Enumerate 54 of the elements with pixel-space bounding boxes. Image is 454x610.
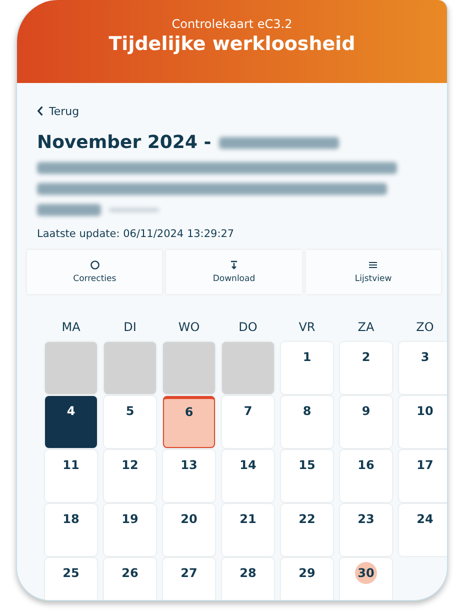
last-update-text: Laatste update: 06/11/2024 13:29:27	[37, 228, 236, 240]
day-cell[interactable]: 6	[163, 396, 215, 448]
action-button[interactable]: Lijstview	[306, 250, 441, 294]
day-cell[interactable]: 17	[399, 450, 447, 502]
day-cell[interactable]: 11	[45, 450, 97, 502]
day-cell[interactable]: 9	[340, 396, 392, 448]
day-cell[interactable]: 28	[222, 558, 274, 600]
weekday-label: ZO	[415, 320, 435, 336]
day-cell[interactable]: 22	[281, 504, 333, 556]
day-cell[interactable]: 16	[340, 450, 392, 502]
day-cell[interactable]: 2	[340, 342, 392, 394]
day-cell[interactable]: 26	[104, 558, 156, 600]
page-title: November 2024 -	[37, 132, 212, 153]
weekday-label: DI	[122, 320, 138, 336]
day-cell[interactable]: 7	[222, 396, 274, 448]
day-cell[interactable]: 30	[340, 558, 392, 600]
redacted-text	[37, 204, 101, 216]
chevron-left-icon	[37, 106, 44, 116]
day-cell[interactable]: 3	[399, 342, 447, 394]
day-cell[interactable]: 24	[399, 504, 447, 556]
empty-day-cell	[104, 342, 156, 394]
action-button[interactable]: Correcties	[27, 250, 162, 294]
empty-day-cell	[163, 342, 215, 394]
refresh-icon	[90, 260, 100, 270]
day-cell[interactable]: 23	[340, 504, 392, 556]
weekday-label: ZA	[356, 320, 376, 336]
day-cell[interactable]: 27	[163, 558, 215, 600]
day-cell[interactable]: 29	[281, 558, 333, 600]
empty-day-cell	[222, 342, 274, 394]
list-icon	[368, 260, 378, 270]
day-cell[interactable]: 1	[281, 342, 333, 394]
day-cell[interactable]: 4	[45, 396, 97, 448]
back-link[interactable]: Terug	[37, 104, 80, 118]
weekday-label: DO	[238, 320, 258, 336]
day-cell[interactable]: 19	[104, 504, 156, 556]
day-cell[interactable]: 15	[281, 450, 333, 502]
day-cell[interactable]: 25	[45, 558, 97, 600]
day-cell[interactable]: 5	[104, 396, 156, 448]
empty-day-cell	[45, 342, 97, 394]
weekday-label: VR	[298, 320, 316, 336]
day-cell[interactable]: 13	[163, 450, 215, 502]
day-cell[interactable]: 14	[222, 450, 274, 502]
action-button[interactable]: Download	[166, 250, 302, 294]
day-cell[interactable]: 18	[45, 504, 97, 556]
day-cell[interactable]: 12	[104, 450, 156, 502]
day-cell[interactable]: 8	[281, 396, 333, 448]
download-icon	[228, 260, 239, 270]
header-subtitle: Controlekaart eC3.2	[172, 16, 292, 30]
day-cell[interactable]: 21	[222, 504, 274, 556]
weekday-label: WO	[177, 320, 201, 336]
header-title: Tijdelijke werkloosheid	[108, 32, 356, 54]
day-cell[interactable]: 20	[163, 504, 215, 556]
weekday-label: MA	[60, 320, 82, 336]
day-cell[interactable]: 10	[399, 396, 447, 448]
